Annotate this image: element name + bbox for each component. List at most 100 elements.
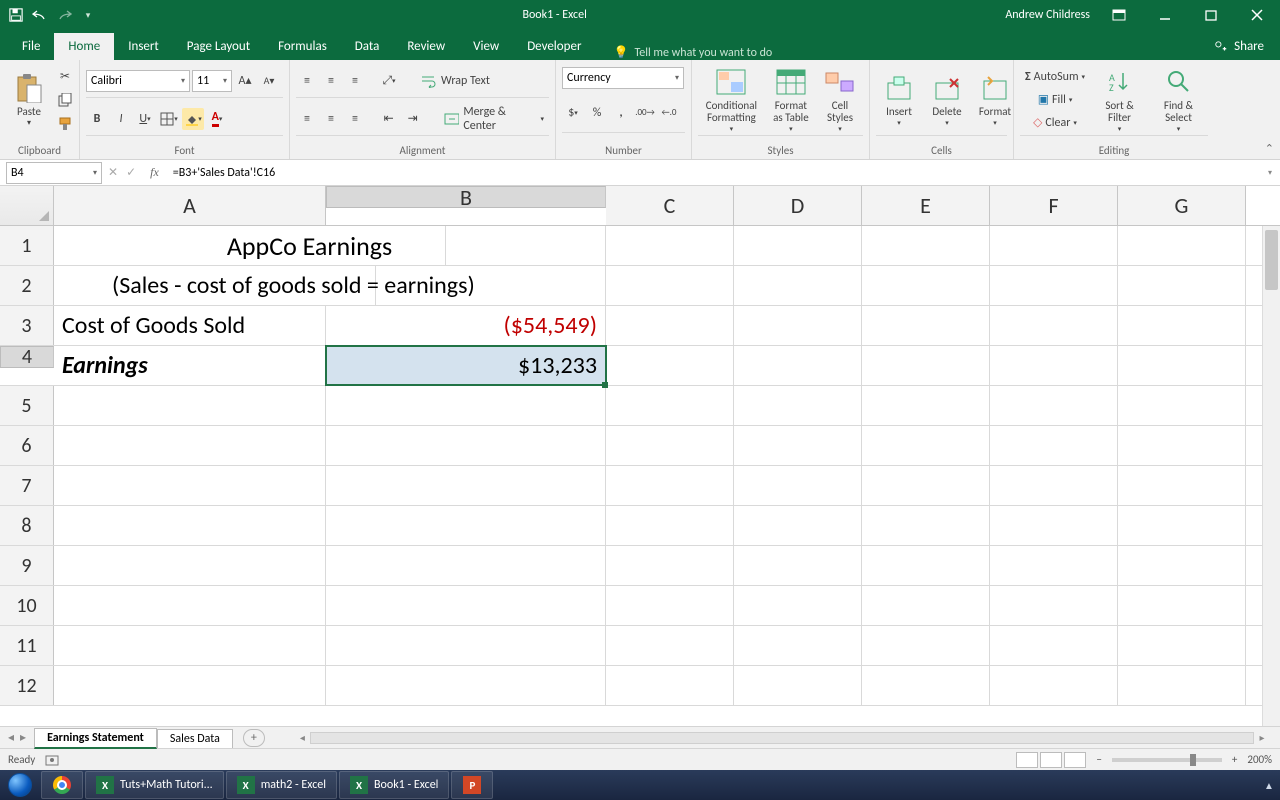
- cell-E11[interactable]: [862, 626, 990, 665]
- tell-me[interactable]: 💡 Tell me what you want to do: [595, 45, 1198, 60]
- cell-A5[interactable]: [54, 386, 326, 425]
- cell-C5[interactable]: [606, 386, 734, 425]
- normal-view-icon[interactable]: [1016, 752, 1038, 768]
- cell-G3[interactable]: [1118, 306, 1246, 345]
- formula-input[interactable]: =B3+'Sales Data'!C16: [167, 166, 1260, 180]
- cell-A2[interactable]: (Sales - cost of goods sold = earnings): [104, 266, 376, 305]
- cell-D11[interactable]: [734, 626, 862, 665]
- col-header-B[interactable]: B: [326, 186, 606, 208]
- tab-insert[interactable]: Insert: [114, 33, 173, 60]
- cell-C3[interactable]: [606, 306, 734, 345]
- cell-B11[interactable]: [326, 626, 606, 665]
- new-sheet-button[interactable]: +: [243, 729, 265, 747]
- row-header-6[interactable]: 6: [0, 426, 54, 465]
- cell-E5[interactable]: [862, 386, 990, 425]
- select-all-corner[interactable]: [0, 186, 54, 225]
- tab-data[interactable]: Data: [341, 33, 394, 60]
- cell-G8[interactable]: [1118, 506, 1246, 545]
- zoom-level[interactable]: 200%: [1247, 753, 1272, 766]
- cell-C8[interactable]: [606, 506, 734, 545]
- undo-icon[interactable]: [32, 7, 48, 23]
- cell-G6[interactable]: [1118, 426, 1246, 465]
- orientation-icon[interactable]: ⤢▾: [378, 70, 400, 92]
- collapse-ribbon-icon[interactable]: ⌃: [1265, 142, 1274, 155]
- clear-button[interactable]: ◇Clear▾: [1020, 112, 1090, 134]
- align-bottom-icon[interactable]: ≡: [344, 70, 366, 92]
- accounting-icon[interactable]: $▾: [562, 102, 584, 124]
- cell-G2[interactable]: [1118, 266, 1246, 305]
- row-header-9[interactable]: 9: [0, 546, 54, 585]
- format-painter-icon[interactable]: [54, 113, 76, 135]
- cell-B7[interactable]: [326, 466, 606, 505]
- cell-F6[interactable]: [990, 426, 1118, 465]
- tab-page-layout[interactable]: Page Layout: [173, 33, 264, 60]
- page-break-view-icon[interactable]: [1064, 752, 1086, 768]
- cell-B6[interactable]: [326, 426, 606, 465]
- cell-F8[interactable]: [990, 506, 1118, 545]
- cell-B5[interactable]: [326, 386, 606, 425]
- cell-E9[interactable]: [862, 546, 990, 585]
- cell-F11[interactable]: [990, 626, 1118, 665]
- cell-A1[interactable]: AppCo Earnings: [174, 226, 446, 265]
- row-header-7[interactable]: 7: [0, 466, 54, 505]
- enter-formula-icon[interactable]: ✓: [126, 165, 136, 180]
- cell-D5[interactable]: [734, 386, 862, 425]
- cell-F5[interactable]: [990, 386, 1118, 425]
- show-hidden-icons[interactable]: ▲: [1258, 771, 1280, 799]
- cell-A4[interactable]: Earnings: [54, 346, 326, 385]
- insert-cells-button[interactable]: Insert▾: [876, 70, 922, 129]
- col-header-A[interactable]: A: [54, 186, 326, 225]
- cell-A11[interactable]: [54, 626, 326, 665]
- row-header-2[interactable]: 2: [0, 266, 54, 305]
- maximize-icon[interactable]: [1188, 0, 1234, 30]
- cell-F10[interactable]: [990, 586, 1118, 625]
- cell-A3[interactable]: Cost of Goods Sold: [54, 306, 326, 345]
- cell-F4[interactable]: [990, 346, 1118, 385]
- decrease-font-icon[interactable]: A▾: [258, 70, 280, 92]
- delete-cells-button[interactable]: Delete▾: [924, 70, 970, 129]
- cell-C6[interactable]: [606, 426, 734, 465]
- cell-B4[interactable]: $13,233: [326, 346, 606, 385]
- font-color-icon[interactable]: A▾: [206, 108, 228, 130]
- conditional-formatting-button[interactable]: Conditional Formatting▾: [698, 64, 765, 135]
- cell-A7[interactable]: [54, 466, 326, 505]
- cell-C10[interactable]: [606, 586, 734, 625]
- font-name-select[interactable]: Calibri▾: [86, 70, 190, 92]
- save-icon[interactable]: [8, 7, 24, 23]
- cell-F12[interactable]: [990, 666, 1118, 705]
- col-header-D[interactable]: D: [734, 186, 862, 225]
- cell-B8[interactable]: [326, 506, 606, 545]
- cell-D1[interactable]: [734, 226, 862, 265]
- cell-B12[interactable]: [326, 666, 606, 705]
- col-header-E[interactable]: E: [862, 186, 990, 225]
- cell-C2[interactable]: [606, 266, 734, 305]
- find-select-button[interactable]: Find & Select▾: [1149, 64, 1208, 135]
- align-right-icon[interactable]: ≡: [344, 108, 366, 130]
- cell-G1[interactable]: [1118, 226, 1246, 265]
- cell-E7[interactable]: [862, 466, 990, 505]
- format-cells-button[interactable]: Format▾: [972, 70, 1018, 129]
- minimize-icon[interactable]: [1142, 0, 1188, 30]
- redo-icon[interactable]: [56, 7, 72, 23]
- cell-E1[interactable]: [862, 226, 990, 265]
- col-header-G[interactable]: G: [1118, 186, 1246, 225]
- cell-G12[interactable]: [1118, 666, 1246, 705]
- sheet-tab-sales-data[interactable]: Sales Data: [157, 729, 233, 748]
- cell-E8[interactable]: [862, 506, 990, 545]
- percent-icon[interactable]: %: [586, 102, 608, 124]
- increase-font-icon[interactable]: A▴: [234, 70, 256, 92]
- cell-C1[interactable]: [606, 226, 734, 265]
- cell-E2[interactable]: [862, 266, 990, 305]
- row-header-1[interactable]: 1: [0, 226, 54, 265]
- horizontal-scrollbar[interactable]: ◂▸: [294, 731, 1270, 745]
- tab-view[interactable]: View: [459, 33, 513, 60]
- font-size-select[interactable]: 11▾: [192, 70, 232, 92]
- cell-G5[interactable]: [1118, 386, 1246, 425]
- close-icon[interactable]: [1234, 0, 1280, 30]
- cell-F3[interactable]: [990, 306, 1118, 345]
- cell-D6[interactable]: [734, 426, 862, 465]
- cell-B9[interactable]: [326, 546, 606, 585]
- cell-G11[interactable]: [1118, 626, 1246, 665]
- copy-icon[interactable]: [54, 89, 76, 111]
- sort-filter-button[interactable]: AZSort & Filter▾: [1092, 64, 1147, 135]
